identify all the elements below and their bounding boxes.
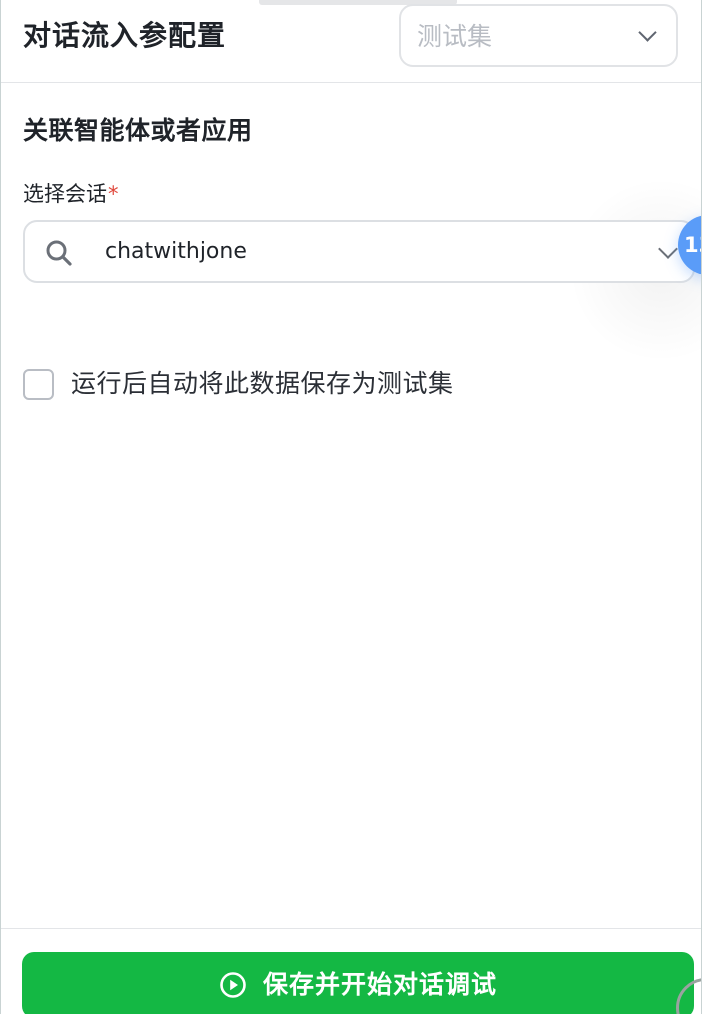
testset-select[interactable]: 测试集 xyxy=(399,4,678,67)
session-value: chatwithjone xyxy=(105,239,247,264)
testset-placeholder: 测试集 xyxy=(417,22,493,51)
session-label-text: 选择会话 xyxy=(23,182,107,206)
save-as-testset-checkbox[interactable] xyxy=(23,368,54,400)
save-as-testset-label: 运行后自动将此数据保存为测试集 xyxy=(71,369,454,398)
chevron-down-icon xyxy=(658,239,678,259)
search-icon xyxy=(46,240,72,266)
primary-button-label: 保存并开始对话调试 xyxy=(262,970,497,999)
save-and-start-debug-button[interactable]: 保存并开始对话调试 xyxy=(22,952,694,1014)
panel-footer: 保存并开始对话调试 xyxy=(1,928,701,1014)
session-field-label: 选择会话* xyxy=(23,178,119,210)
session-select[interactable]: chatwithjone xyxy=(23,220,695,283)
section-title: 关联智能体或者应用 xyxy=(23,116,253,145)
page-title: 对话流入参配置 xyxy=(23,19,227,52)
save-as-testset-option[interactable]: 运行后自动将此数据保存为测试集 xyxy=(23,366,454,402)
chevron-down-icon xyxy=(638,23,657,42)
panel-header: 对话流入参配置 测试集 xyxy=(1,0,701,83)
play-circle-icon xyxy=(220,972,246,998)
required-mark: * xyxy=(108,182,119,206)
config-panel: 对话流入参配置 测试集 关联智能体或者应用 选择会话* chatwithjone… xyxy=(0,0,702,1014)
